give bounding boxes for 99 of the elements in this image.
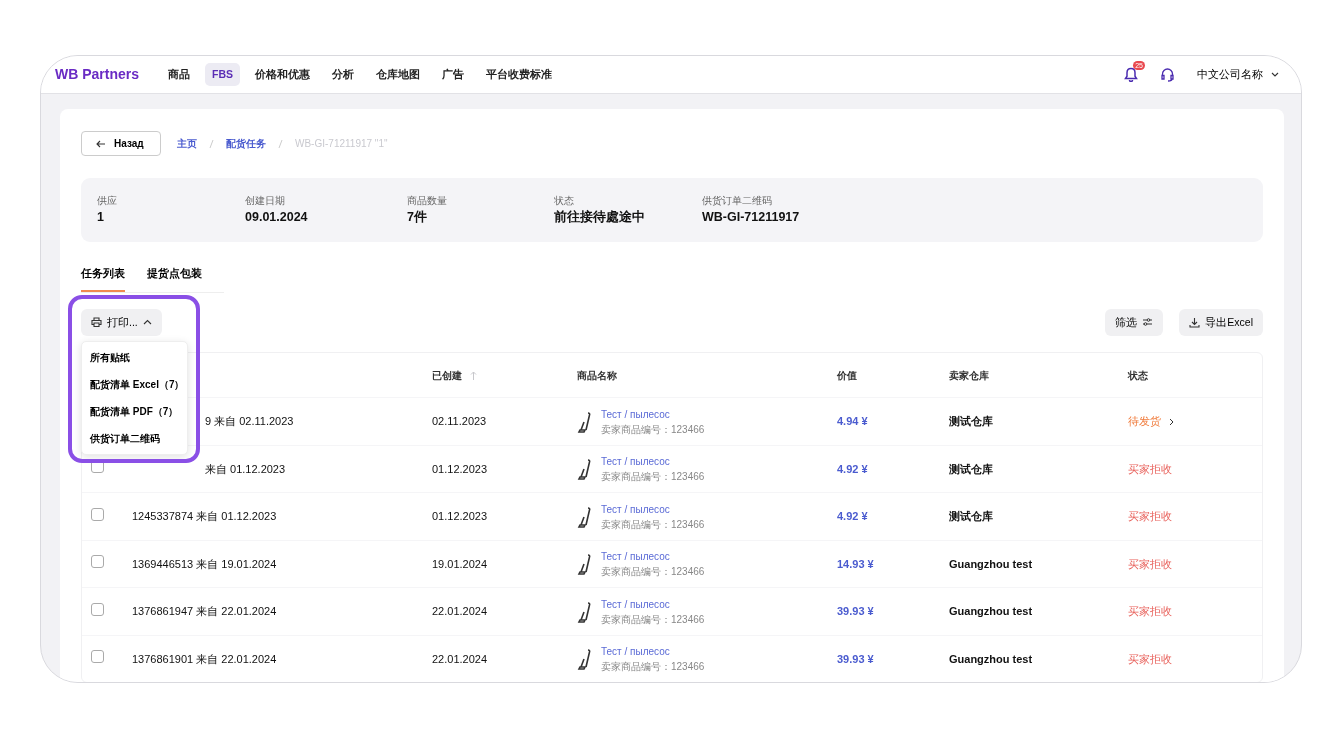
order-number: 1245337874 来自 01.12.2023 (132, 510, 277, 523)
price-text: 4.94 ¥ (837, 415, 868, 428)
warehouse-name: 测试仓库 (949, 415, 993, 428)
menu-item[interactable]: 配货清单 PDF（7） (82, 397, 187, 425)
printer-icon (91, 317, 102, 328)
checkbox[interactable] (91, 555, 104, 569)
order-number: 1369446513 来自 19.01.2024 (132, 557, 277, 570)
price-text: 14.93 ¥ (837, 557, 874, 570)
checkbox[interactable] (91, 602, 104, 616)
date-text: 01.12.2023 (432, 510, 488, 523)
product-link[interactable]: Тест / пылесос (601, 501, 705, 517)
back-button[interactable]: Назад (81, 131, 161, 156)
status-text: 买家拒收 (1128, 509, 1172, 525)
menu-item[interactable]: 配货清单 Excel（7） (82, 370, 187, 398)
warehouse-name: 测试仓库 (949, 462, 993, 475)
nav-item[interactable]: 广告 (435, 62, 472, 87)
product-link[interactable]: Тест / пылесос (601, 596, 705, 612)
price-text: 39.93 ¥ (837, 605, 874, 618)
seller-sku: 卖家商品编号：123466 (601, 470, 705, 484)
info-label: 状态 (554, 194, 575, 208)
order-number: 来自 01.12.2023 (205, 462, 286, 475)
vacuum-icon (577, 648, 593, 670)
filter-button[interactable]: 筛选 (1105, 308, 1164, 337)
checkbox[interactable] (91, 507, 104, 521)
chevron-right-icon[interactable] (1169, 417, 1174, 426)
download-icon (1189, 316, 1201, 328)
status-text: 待发货 (1128, 414, 1161, 430)
column-header[interactable]: 已创建 (432, 367, 462, 383)
logo[interactable]: WB Partners (55, 64, 140, 85)
seller-sku: 卖家商品编号：123466 (601, 422, 705, 437)
seller-sku: 卖家商品编号：123466 (601, 517, 705, 532)
info-value: 09.01.2024 (245, 209, 309, 226)
checkbox[interactable] (91, 650, 104, 664)
print-button[interactable]: 打印... (81, 308, 162, 337)
info-value: 前往接待處途中 (554, 209, 646, 226)
vacuum-icon (577, 505, 593, 528)
export-button[interactable]: 导出Excel (1179, 308, 1263, 337)
date-text: 19.01.2024 (432, 557, 488, 570)
nav-item[interactable]: FBS (205, 62, 241, 87)
date-text: 22.01.2024 (432, 652, 488, 665)
price-text: 4.92 ¥ (837, 462, 868, 475)
price-text: 4.92 ¥ (837, 510, 868, 523)
seller-sku: 卖家商品编号：123466 (601, 660, 705, 674)
column-header[interactable]: 价值 (837, 367, 857, 383)
seller-sku: 卖家商品编号：123466 (601, 612, 705, 627)
date-text: 01.12.2023 (432, 462, 488, 475)
vacuum-icon (577, 458, 593, 480)
vacuum-icon (577, 600, 593, 623)
seller-sku: 卖家商品编号：123466 (601, 565, 705, 579)
breadcrumb-link[interactable]: 配货任务 (226, 136, 266, 151)
info-label: 创建日期 (245, 194, 286, 208)
nav-item[interactable]: 分析 (325, 62, 362, 87)
product-link[interactable]: Тест / пылесос (601, 644, 705, 659)
warehouse-name: Guangzhou test (949, 557, 1033, 570)
status-text: 买家拒收 (1128, 651, 1172, 667)
status-text: 买家拒收 (1128, 604, 1172, 620)
order-number: 9 来自 02.11.2023 (205, 415, 294, 428)
status-text: 买家拒收 (1128, 556, 1172, 572)
info-label: 商品数量 (407, 194, 448, 208)
product-link[interactable]: Тест / пылесос (601, 549, 705, 564)
vacuum-icon (577, 553, 593, 575)
warehouse-name: Guangzhou test (949, 652, 1033, 665)
slash-icon (209, 138, 214, 149)
nav-item[interactable]: 仓库地图 (369, 62, 428, 87)
headset-icon[interactable] (1160, 67, 1175, 82)
info-label: 供应 (97, 194, 118, 208)
column-header[interactable]: 卖家仓库 (949, 367, 989, 383)
info-value: WB-GI-71211917 (702, 209, 801, 226)
warehouse-name: Guangzhou test (949, 605, 1033, 618)
nav-item[interactable]: 商品 (161, 62, 198, 87)
tab[interactable]: 任务列表 (81, 265, 125, 292)
order-number: 1376861947 来自 22.01.2024 (132, 605, 277, 618)
price-text: 39.93 ¥ (837, 652, 874, 665)
tab[interactable]: 提货点包装 (147, 265, 202, 292)
product-link[interactable]: Тест / пылесос (601, 406, 705, 422)
menu-item[interactable]: 供货订单二维码 (82, 424, 187, 452)
menu-item[interactable]: 所有贴纸 (82, 343, 187, 371)
column-header[interactable]: 商品名称 (577, 367, 617, 383)
arrow-left-icon (96, 139, 106, 148)
info-label: 供货订单二维码 (702, 194, 773, 208)
slash-icon (278, 138, 283, 149)
info-value: 1 (97, 209, 105, 226)
status-text: 买家拒收 (1128, 461, 1172, 477)
column-header[interactable]: 状态 (1128, 367, 1148, 383)
notification-bell-icon[interactable] (1124, 67, 1138, 82)
account-menu[interactable]: 中文公司名称 (1197, 66, 1279, 83)
product-link[interactable]: Тест / пылесос (601, 454, 705, 469)
vacuum-icon (577, 410, 593, 433)
breadcrumb-link[interactable]: 主页 (177, 136, 197, 151)
chevron-down-icon (1271, 72, 1279, 77)
nav-item[interactable]: 平台收费标准 (479, 62, 560, 87)
info-value: 7件 (407, 209, 428, 226)
warehouse-name: 测试仓库 (949, 510, 993, 523)
date-text: 22.01.2024 (432, 605, 488, 618)
sort-arrow-icon[interactable] (470, 370, 477, 380)
date-text: 02.11.2023 (432, 415, 487, 428)
nav-item[interactable]: 价格和优惠 (248, 62, 318, 87)
sliders-icon (1142, 317, 1154, 328)
order-number: 1376861901 来自 22.01.2024 (132, 652, 277, 665)
